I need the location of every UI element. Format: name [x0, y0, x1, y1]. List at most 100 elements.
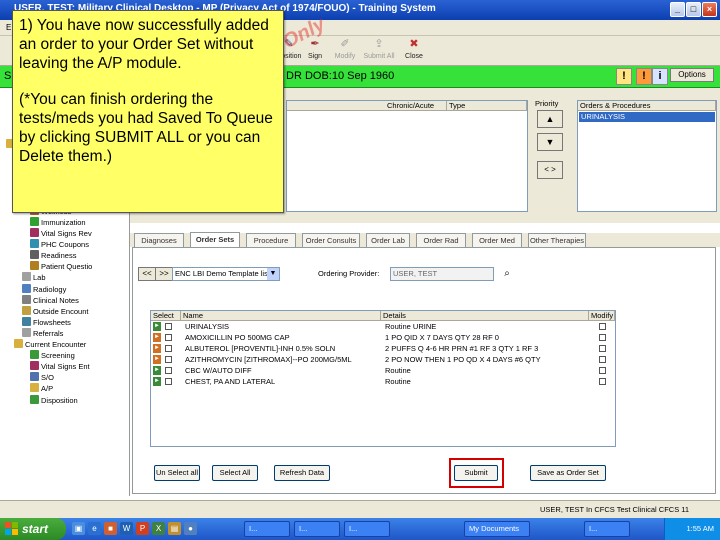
ordering-provider-field[interactable]: USER, TEST [390, 267, 494, 281]
start-button[interactable]: start [0, 518, 66, 540]
options-button[interactable]: Options [670, 68, 714, 82]
table-row[interactable]: ► AMOXICILLIN PO 500MG CAP 1 PO QID X 7 DA… [151, 333, 615, 342]
menu-item-first[interactable]: E [6, 23, 11, 32]
modify-checkbox[interactable] [599, 345, 606, 352]
select-checkbox[interactable] [165, 323, 172, 330]
save-as-order-set-button[interactable]: Save as Order Set [530, 465, 606, 481]
chevron-down-icon[interactable]: ▼ [267, 268, 279, 280]
tab-5[interactable]: Order Rad [416, 233, 466, 247]
close-button[interactable]: ✖ Close [397, 38, 431, 60]
col-select[interactable]: Select [151, 311, 181, 321]
close-label: Close [405, 53, 423, 60]
modify-checkbox[interactable] [599, 356, 606, 363]
table-row[interactable]: ► URINALYSIS Routine URINE [151, 322, 615, 331]
tree-node-icon [30, 350, 39, 360]
quicklaunch-folder-icon[interactable]: ▤ [168, 522, 181, 535]
tree-item[interactable]: Lab [22, 272, 46, 283]
prev-template-button[interactable]: << [138, 267, 156, 281]
quicklaunch-misc-icon[interactable]: ● [184, 522, 197, 535]
quicklaunch-word-icon[interactable]: W [120, 522, 133, 535]
modify-checkbox[interactable] [599, 378, 606, 385]
warning-icon[interactable]: ! [636, 68, 652, 85]
tree-item[interactable]: Flowsheets [22, 316, 71, 328]
tree-item[interactable]: Patient Questio [30, 261, 92, 272]
priority-swap-button[interactable]: < > [537, 161, 563, 179]
select-checkbox[interactable] [165, 378, 172, 385]
taskbar-button-5[interactable]: I... [584, 521, 630, 537]
tab-0[interactable]: Diagnoses [134, 233, 184, 247]
quicklaunch-ppt-icon[interactable]: P [136, 522, 149, 535]
priority-up-button[interactable]: ▲ [537, 110, 563, 128]
priority-down-button[interactable]: ▼ [537, 133, 563, 151]
tree-item[interactable]: Immunization [30, 216, 86, 228]
col-details[interactable]: Details [381, 311, 589, 321]
binoculars-icon[interactable]: ⌕ [500, 267, 514, 281]
select-checkbox[interactable] [165, 367, 172, 374]
table-row[interactable]: ► CBC W/AUTO DIFF Routine [151, 366, 615, 375]
modify-button[interactable]: ✐ Modify [328, 38, 362, 60]
col-chronic-acute[interactable]: Chronic/Acute [287, 101, 447, 111]
quicklaunch-ie-icon[interactable]: e [88, 522, 101, 535]
submit-all-button[interactable]: ⇪ Submit All [362, 38, 396, 60]
tab-7[interactable]: Other Therapies [528, 233, 586, 247]
tree-item[interactable]: PHC Coupons [30, 239, 89, 250]
tree-item-label: Disposition [41, 395, 78, 405]
banner-left-fragment: S [4, 70, 12, 82]
next-template-button[interactable]: >> [155, 267, 173, 281]
tree-item[interactable]: Clinical Notes [22, 294, 79, 306]
info-icon[interactable]: i [652, 68, 668, 85]
unselect-all-button[interactable]: Un Select all [154, 465, 200, 481]
table-row[interactable]: ► ALBUTEROL [PROVENTIL]-INH 0.5% SOLN 2 PU… [151, 344, 615, 353]
tree-item[interactable]: Referrals [22, 327, 63, 339]
col-orders-procedures[interactable]: Orders & Procedures [578, 101, 716, 111]
col-modify[interactable]: Modify [589, 311, 615, 321]
tree-item[interactable]: Readiness [30, 250, 76, 261]
tree-item[interactable]: Radiology [22, 283, 66, 295]
tree-item[interactable]: S/O [30, 372, 54, 383]
taskbar-button-1[interactable]: I... [244, 521, 290, 537]
tree-item[interactable]: Screening [30, 350, 75, 361]
order-details: Routine [385, 377, 411, 386]
select-checkbox[interactable] [165, 345, 172, 352]
tree-node-icon [22, 316, 31, 326]
minimize-button[interactable]: _ [670, 2, 685, 17]
tab-2[interactable]: Procedure [246, 233, 296, 247]
close-icon: ✖ [409, 38, 419, 50]
tree-item[interactable]: A/P [30, 383, 53, 394]
refresh-data-button[interactable]: Refresh Data [274, 465, 330, 481]
tree-item[interactable]: Vital Signs Ent [30, 361, 90, 372]
quicklaunch-app-icon[interactable]: ■ [104, 522, 117, 535]
tab-6[interactable]: Order Med [472, 233, 522, 247]
tab-1[interactable]: Order Sets [190, 232, 240, 247]
modify-checkbox[interactable] [599, 323, 606, 330]
col-name[interactable]: Name [181, 311, 381, 321]
maximize-button[interactable]: □ [686, 2, 701, 17]
col-type[interactable]: Type [447, 101, 527, 111]
tab-3[interactable]: Order Consults [302, 233, 360, 247]
table-row[interactable]: ► AZITHROMYCIN [ZITHROMAX]--PO 200MG/5ML 2… [151, 355, 615, 364]
modify-checkbox[interactable] [599, 367, 606, 374]
quicklaunch-desktop-icon[interactable]: ▣ [72, 522, 85, 535]
modify-checkbox[interactable] [599, 334, 606, 341]
taskbar-my-documents[interactable]: My Documents [464, 521, 530, 537]
tree-item[interactable]: Disposition [30, 394, 78, 406]
order-name: CBC W/AUTO DIFF [185, 366, 252, 375]
select-checkbox[interactable] [165, 356, 172, 363]
tree-item[interactable]: Outside Encount [22, 305, 88, 317]
select-all-button[interactable]: Select All [212, 465, 258, 481]
tab-4[interactable]: Order Lab [366, 233, 410, 247]
template-select[interactable]: ENC LBI Demo Template list ▼ [172, 267, 280, 281]
tree-item-label: PHC Coupons [41, 240, 89, 250]
quicklaunch-excel-icon[interactable]: X [152, 522, 165, 535]
alert-icon[interactable]: ! [616, 68, 632, 85]
taskbar-button-3[interactable]: I... [344, 521, 390, 537]
table-row[interactable]: ► CHEST, PA AND LATERAL Routine [151, 377, 615, 386]
orders-procedures-list[interactable]: Orders & Procedures URINALYSIS [577, 100, 717, 212]
select-checkbox[interactable] [165, 334, 172, 341]
taskbar-button-2[interactable]: I... [294, 521, 340, 537]
close-window-button[interactable]: × [702, 2, 717, 17]
tree-item[interactable]: Vital Signs Rev [30, 228, 92, 239]
problem-list[interactable]: Chronic/Acute Type [286, 100, 528, 212]
tree-item[interactable]: Current Encounter [14, 339, 86, 350]
selected-order-item[interactable]: URINALYSIS [579, 112, 715, 122]
